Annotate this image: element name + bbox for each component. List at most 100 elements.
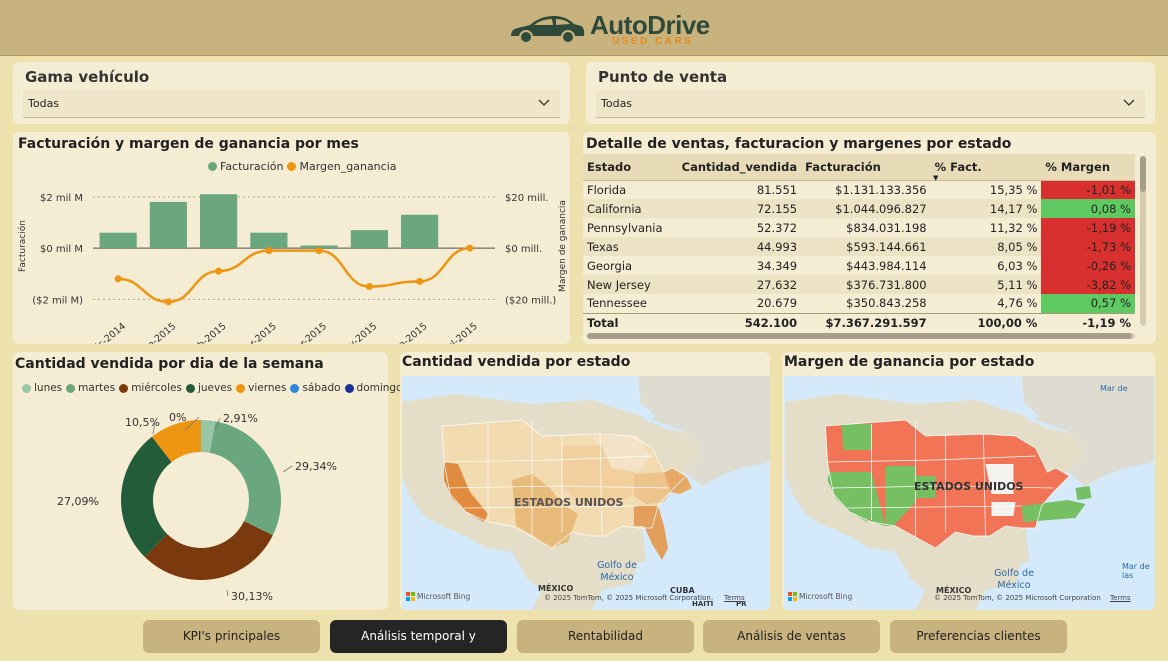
bing-label: Microsoft Bing xyxy=(799,592,853,601)
x-tick-label: may-2015 xyxy=(335,321,379,344)
table-cell-pct: 5,11 % xyxy=(930,275,1042,294)
table-cell-fact: $350.843.258 xyxy=(846,296,927,311)
car-icon xyxy=(511,16,585,44)
bar-facturacion[interactable] xyxy=(350,230,388,249)
table-cell-estado: California xyxy=(583,199,678,218)
nav-rentabilidad-button[interactable]: Rentabilidad xyxy=(517,620,694,653)
y2-axis-label: Margen de ganancia xyxy=(558,200,568,292)
nav-temporal-button[interactable]: Análisis temporal y geográfico xyxy=(330,620,507,653)
line-point-margen[interactable] xyxy=(315,247,323,255)
detail-table-card: Detalle de ventas, facturacion y margene… xyxy=(583,132,1156,344)
table-header-2[interactable]: Facturación xyxy=(801,154,931,181)
total-cell-label: Total xyxy=(583,312,678,332)
total-cell-fact: $7.367.291.597 xyxy=(801,312,931,332)
table-cell-cantidad: 27.632 xyxy=(677,275,802,294)
chevron-down-icon xyxy=(1123,99,1135,106)
line-margen xyxy=(118,246,470,304)
table-cell-estado: Georgia xyxy=(587,258,633,273)
x-tick-label: ene-2015 xyxy=(137,321,179,344)
map-quantity-title: Cantidad vendida por estado xyxy=(402,354,631,370)
line-point-margen[interactable] xyxy=(466,244,474,252)
bing-logo: Microsoft Bing xyxy=(788,592,852,601)
map-quantity-card: Cantidad vendida por estado ESTADOS UNID… xyxy=(400,352,770,610)
line-point-margen[interactable] xyxy=(114,275,122,283)
line-point-margen[interactable] xyxy=(365,283,373,290)
line-point-margen[interactable] xyxy=(416,277,424,285)
table-row[interactable]: Florida 81.551 $1.131.133.356 15,35 % -1,01 … xyxy=(583,180,1135,199)
donut-leader-line xyxy=(282,465,293,473)
bar-facturacion[interactable] xyxy=(401,214,439,249)
donut-data-label: 0% xyxy=(169,411,186,424)
bar-facturacion[interactable] xyxy=(250,232,288,249)
map-quantity-svg xyxy=(402,376,770,610)
donut-slice-martes[interactable] xyxy=(209,421,281,536)
map-gulf-label: Golfo de México xyxy=(597,560,637,583)
total-cell-margen: -1,19 % xyxy=(1041,312,1135,332)
y2-tick-label: ($20 mill.) xyxy=(505,295,556,306)
y-tick-label: ($2 mil M) xyxy=(32,295,83,306)
map-margin-svg xyxy=(785,376,1154,610)
donut-data-label: 30,13% xyxy=(231,590,273,603)
table-row[interactable]: Pennsylvania 52.372 $834.031.198 11,32 % -1,… xyxy=(583,218,1135,237)
microsoft-logo-icon xyxy=(406,592,415,601)
brand-logo: AutoDrive USED CARS xyxy=(508,8,710,50)
table-row[interactable]: New Jersey 27.632 $376.731.800 5,11 % -3,82 … xyxy=(583,275,1135,294)
map-terms-link[interactable]: Terms xyxy=(1110,594,1131,602)
bing-logo: Microsoft Bing xyxy=(406,592,470,601)
nav-ventas-button[interactable]: Análisis de ventas xyxy=(703,620,880,653)
table-cell-margen: -1,19 % xyxy=(1041,218,1135,237)
x-tick-label: jul-2015 xyxy=(442,321,480,344)
map-terms-link[interactable]: Terms xyxy=(724,594,745,602)
weekday-chart-card: Cantidad vendida por dia de la semana lu… xyxy=(13,352,403,610)
table-cell-cantidad: 20.679 xyxy=(756,296,798,311)
map-margin[interactable]: ESTADOS UNIDOS Golfo de México Mar de la… xyxy=(784,376,1155,610)
x-tick-label: jun-2015 xyxy=(389,321,429,344)
table-header-3[interactable]: % Fact. xyxy=(930,154,1042,181)
table-header-1[interactable]: Cantidad_vendida xyxy=(677,154,802,181)
table-cell-pct: 11,32 % xyxy=(989,220,1038,235)
table-cell-estado: Florida xyxy=(587,182,627,197)
map-quantity[interactable]: ESTADOS UNIDOS Golfo de México MÉXICO CU… xyxy=(402,376,770,610)
bar-facturacion[interactable] xyxy=(99,232,137,249)
x-tick-label: mar-2015 xyxy=(237,321,279,344)
vertical-scrollbar[interactable] xyxy=(1140,156,1146,326)
table-header-0[interactable]: Estado xyxy=(583,154,678,181)
line-point-margen[interactable] xyxy=(215,267,223,275)
scrollbar-thumb[interactable] xyxy=(1140,156,1146,192)
donut-data-label: 29,34% xyxy=(295,460,337,473)
table-cell-fact: $376.731.800 xyxy=(801,275,931,294)
table-cell-margen: 0,57 % xyxy=(1041,294,1135,313)
table-row[interactable]: Texas 44.993 $593.144.661 8,05 % -1,73 % xyxy=(583,237,1135,256)
nav-preferencias-button[interactable]: Preferencias clientes xyxy=(890,620,1067,653)
map-country-label: ESTADOS UNIDOS xyxy=(914,480,1024,493)
slicer-gama-dropdown[interactable]: Todas xyxy=(23,90,560,118)
table-cell-fact: $593.144.661 xyxy=(801,237,931,256)
map-margin-card: Margen de ganancia por estado ESTADOS UN… xyxy=(782,352,1155,610)
table-cell-cantidad: 34.349 xyxy=(756,258,798,273)
table-cell-cantidad: 81.551 xyxy=(756,182,798,197)
bar-facturacion[interactable] xyxy=(149,201,187,249)
line-point-margen[interactable] xyxy=(164,298,172,306)
map-copyright: © 2025 TomTom, © 2025 Microsoft Corporat… xyxy=(934,594,1101,602)
slicer-punto-dropdown[interactable]: Todas xyxy=(596,90,1145,118)
table-row[interactable]: Tennessee 20.679 $350.843.258 4,76 % 0,57 % xyxy=(583,294,1135,313)
horizontal-scrollbar[interactable] xyxy=(587,333,1135,339)
bar-facturacion[interactable] xyxy=(200,194,238,249)
table-header-4[interactable]: % Margen xyxy=(1041,154,1135,181)
total-cell-cantidad: 542.100 xyxy=(677,312,802,332)
nav-kpi-button[interactable]: KPI's principales xyxy=(143,620,320,653)
scrollbar-thumb[interactable] xyxy=(587,333,1132,339)
table-cell-pct: 15,35 % xyxy=(989,182,1038,197)
table-row[interactable]: California 72.155 $1.044.096.827 14,17 % 0,0… xyxy=(583,199,1135,218)
donut-slice-miércoles[interactable] xyxy=(144,521,273,580)
table-cell-fact: $443.984.114 xyxy=(846,258,927,273)
table-cell-fact: $1.131.133.356 xyxy=(835,182,927,197)
line-point-margen[interactable] xyxy=(265,247,273,255)
table-cell-margen: -1,73 % xyxy=(1041,237,1135,256)
table-row[interactable]: Georgia 34.349 $443.984.114 6,03 % -0,26 % xyxy=(583,256,1135,275)
y-tick-label: $0 mil M xyxy=(40,244,83,255)
slicer-punto-title: Punto de venta xyxy=(598,68,728,86)
y2-tick-label: $0 mill. xyxy=(505,244,542,255)
table-cell-estado: Pennsylvania xyxy=(587,220,663,235)
table-cell-margen: -0,26 % xyxy=(1041,256,1135,275)
